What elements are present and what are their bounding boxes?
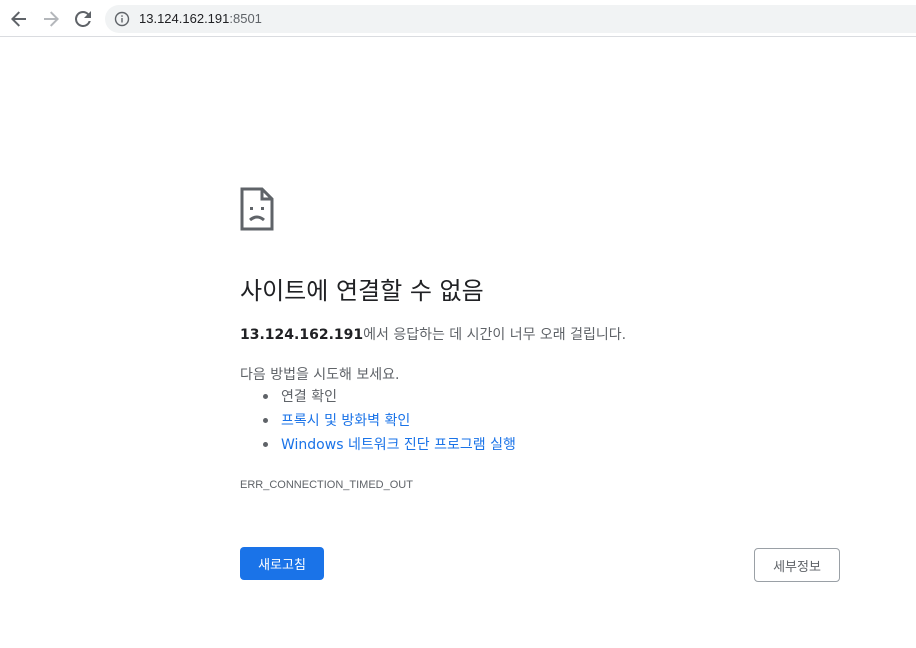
suggestion-check-proxy-firewall: 프록시 및 방화벽 확인 xyxy=(240,410,516,434)
network-diagnostics-link[interactable]: Windows 네트워크 진단 프로그램 실행 xyxy=(281,437,516,453)
reload-icon xyxy=(75,11,91,27)
error-host: 13.124.162.191 xyxy=(240,327,364,343)
reload-button[interactable]: 새로고침 xyxy=(240,547,324,580)
bullet-icon xyxy=(263,418,268,423)
bullet-icon xyxy=(263,442,268,447)
browser-toolbar: 13.124.162.191:8501 xyxy=(0,0,916,37)
error-description: 13.124.162.191에서 응답하는 데 시간이 너무 오래 걸립니다. xyxy=(240,324,626,346)
details-button[interactable]: 세부정보 xyxy=(754,548,840,582)
suggestions-list: 연결 확인 프록시 및 방화벽 확인 Windows 네트워크 진단 프로그램 … xyxy=(240,386,516,458)
url-text[interactable]: 13.124.162.191:8501 xyxy=(139,11,262,27)
info-icon[interactable] xyxy=(114,11,130,27)
address-bar[interactable]: 13.124.162.191:8501 xyxy=(105,5,916,33)
url-host: 13.124.162.191 xyxy=(139,11,230,26)
error-description-text: 에서 응답하는 데 시간이 너무 오래 걸립니다. xyxy=(363,327,627,343)
back-arrow-icon xyxy=(11,11,26,27)
error-code: ERR_CONNECTION_TIMED_OUT xyxy=(240,479,413,491)
suggestion-label: 연결 확인 xyxy=(281,389,337,405)
forward-arrow-icon xyxy=(44,11,59,27)
suggestion-check-connection: 연결 확인 xyxy=(240,386,516,410)
bullet-icon xyxy=(263,394,268,399)
forward-button[interactable] xyxy=(38,6,64,32)
reload-toolbar-button[interactable] xyxy=(70,6,96,32)
back-button[interactable] xyxy=(6,6,32,32)
url-port: :8501 xyxy=(229,11,262,26)
suggestion-network-diagnostics: Windows 네트워크 진단 프로그램 실행 xyxy=(240,434,516,458)
suggestions-intro: 다음 방법을 시도해 보세요. xyxy=(240,367,400,383)
proxy-firewall-link[interactable]: 프록시 및 방화벽 확인 xyxy=(281,413,410,429)
page-title: 사이트에 연결할 수 없음 xyxy=(240,277,484,305)
sad-page-icon xyxy=(240,187,274,231)
